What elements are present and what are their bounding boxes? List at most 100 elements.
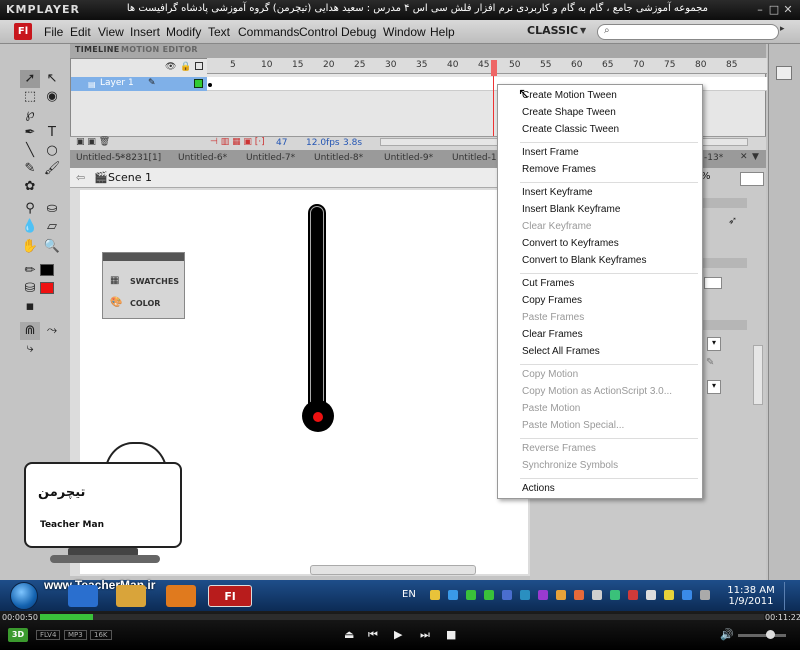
tray-icon[interactable] [448,590,458,600]
tab-motion-editor[interactable]: MOTION EDITOR [121,45,198,54]
zoom-tool-icon[interactable]: 🔍 [42,238,62,256]
menu-commands[interactable]: Commands [238,25,299,39]
menu-help[interactable]: Help [430,25,455,39]
eraser-tool-icon[interactable]: ▱ [42,218,62,236]
workspace-switcher[interactable]: CLASSIC [527,24,578,37]
swatches-panel-button[interactable]: SWATCHES [130,277,179,286]
info-icon[interactable]: ➶ [728,214,737,227]
doc-tab[interactable]: Untitled-7* [242,153,299,163]
stroke-color-swatch[interactable] [40,264,54,276]
paint-bucket-tool-icon[interactable]: ⛀ [42,200,62,218]
line-tool-icon[interactable]: ╲ [20,142,40,160]
explorer-icon[interactable] [116,585,146,607]
straighten-icon[interactable]: ⤷ [20,340,40,358]
context-item-create-shape-tween[interactable]: Create Shape Tween [522,107,616,118]
layer-color-box[interactable] [194,79,203,88]
outline-icon[interactable] [195,62,203,70]
context-item-create-classic-tween[interactable]: Create Classic Tween [522,124,619,135]
context-item-actions[interactable]: Actions [522,483,555,494]
context-item-convert-to-blank-keyframes[interactable]: Convert to Blank Keyframes [522,255,647,266]
pencil-icon[interactable]: ✎ [706,357,714,368]
doc-tab[interactable]: Untitled-6* [174,153,231,163]
ie-icon[interactable] [68,585,98,607]
3d-badge[interactable]: 3D [8,628,28,642]
deco-tool-icon[interactable]: ✿ [20,178,40,196]
bone-tool-icon[interactable]: ⚲ [20,200,40,218]
brush-tool-icon[interactable]: 🖌 [42,160,62,178]
tray-icon[interactable] [664,590,674,600]
pen-tool-icon[interactable]: ✒ [20,124,40,142]
zoom-dropdown[interactable] [740,172,764,186]
context-item-remove-frames[interactable]: Remove Frames [522,164,596,175]
context-item-insert-frame[interactable]: Insert Frame [522,147,579,158]
chevron-down-icon[interactable]: ▼ [580,26,586,35]
close-icon[interactable]: ✕ [740,152,748,162]
swap-colors-icon[interactable]: ▪ [20,298,40,316]
playback-icons[interactable]: ⊣ ▥ ▦ ▣ [·] [210,137,265,147]
eject-icon[interactable]: ⏏ [344,628,354,641]
context-item-insert-blank-keyframe[interactable]: Insert Blank Keyframe [522,204,620,215]
menu-file[interactable]: File [44,25,63,39]
show-desktop-button[interactable] [784,582,798,610]
tab-timeline[interactable]: TIMELINE [75,45,120,54]
taskbar-clock[interactable]: 11:38 AM 1/9/2011 [727,585,775,607]
frame-rate[interactable]: 12.0fps [306,138,340,148]
color-panel-button[interactable]: COLOR [130,299,160,308]
context-item-cut-frames[interactable]: Cut Frames [522,278,574,289]
3d-rotation-tool-icon[interactable]: ◉ [42,88,62,106]
subselection-tool-icon[interactable]: ↖ [42,70,62,88]
context-item-insert-keyframe[interactable]: Insert Keyframe [522,187,593,198]
eye-icon[interactable]: 👁 [165,62,176,72]
doc-tab[interactable]: Untitled-9* [380,153,437,163]
chevron-down-icon[interactable]: ▾ [707,380,721,394]
lock-icon[interactable]: 🔒 [180,62,191,72]
hand-tool-icon[interactable]: ✋ [20,238,40,256]
playhead[interactable] [491,60,497,76]
play-icon[interactable]: ▶ [394,628,402,641]
volume-icon[interactable] [646,590,656,600]
snap-to-objects-icon[interactable]: ⋒ [20,322,40,340]
search-input[interactable] [597,24,779,40]
current-frame[interactable]: 47 [276,138,287,148]
volume-slider[interactable] [738,634,786,637]
menu-collapse-button[interactable]: ▸ [780,24,794,40]
tray-icon[interactable] [502,590,512,600]
close-icon[interactable]: ✕ [780,2,796,17]
tray-icon[interactable] [466,590,476,600]
smooth-icon[interactable]: ⤳ [42,322,62,340]
tray-icon[interactable] [556,590,566,600]
menu-modify[interactable]: Modify [166,25,201,39]
tray-icon[interactable] [574,590,584,600]
media-player-icon[interactable] [166,585,196,607]
language-indicator[interactable]: EN [402,589,416,600]
pencil-tool-icon[interactable]: ✎ [20,160,40,178]
keyframe-dot[interactable] [208,83,212,87]
menu-insert[interactable]: Insert [130,25,160,39]
seek-bar[interactable] [40,614,764,620]
tray-icon[interactable] [628,590,638,600]
flash-taskbar-icon[interactable]: Fl [208,585,252,607]
next-icon[interactable]: ⏭ [420,628,430,642]
context-item-copy-frames[interactable]: Copy Frames [522,295,582,306]
tray-icon[interactable] [610,590,620,600]
tray-icon[interactable] [592,590,602,600]
panel-vscroll[interactable] [753,345,763,405]
selection-tool-icon[interactable]: ➚ [20,70,40,88]
tray-icon[interactable] [682,590,692,600]
context-item-select-all-frames[interactable]: Select All Frames [522,346,600,357]
menu-window[interactable]: Window [383,25,426,39]
stroke-color-icon[interactable]: ✏ [20,262,40,280]
doc-tab-right[interactable]: -13* [704,153,723,163]
fill-color-icon[interactable]: ⛁ [20,280,40,298]
tray-icon[interactable] [520,590,530,600]
context-item-create-motion-tween[interactable]: Create Motion Tween [522,90,617,101]
start-button[interactable] [10,582,38,610]
chevron-down-icon[interactable]: ▼ [752,152,759,162]
doc-tab[interactable]: ~8231[1] [114,153,165,163]
property-field[interactable] [704,277,722,289]
volume-knob[interactable] [766,630,775,639]
tray-icon[interactable] [430,590,440,600]
tray-icon[interactable] [538,590,548,600]
speaker-icon[interactable]: 🔊 [720,628,734,641]
panel-header[interactable] [103,253,184,261]
